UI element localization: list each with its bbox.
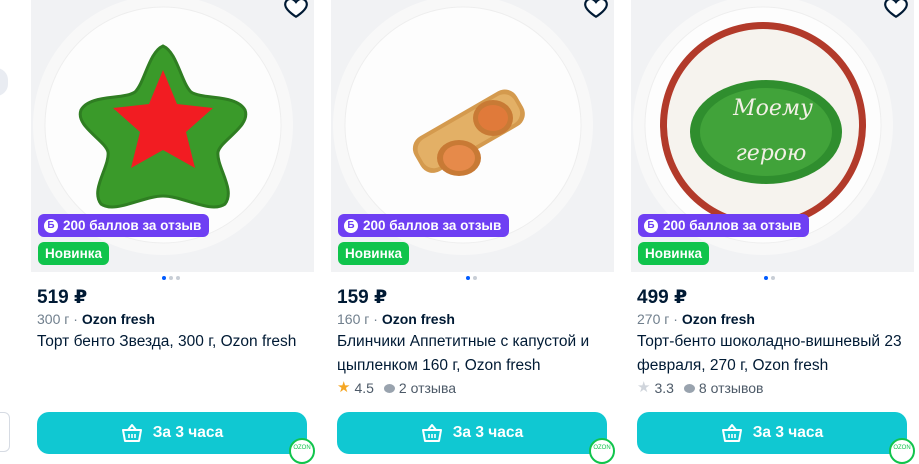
cake-lettering: Моему (732, 96, 813, 121)
image-pagination-dots[interactable] (764, 276, 775, 280)
rating-value: 3.3 (654, 380, 674, 396)
delivery-label: За 3 часа (452, 424, 524, 441)
image-pagination-dots[interactable] (466, 276, 477, 280)
rating-row[interactable]: ★ 3.3 8 отзывов (637, 380, 763, 396)
product-image[interactable]: Б 200 баллов за отзыв Новинка (31, 0, 314, 272)
basket-icon (421, 424, 442, 442)
reviews-count: 2 отзыва (398, 380, 457, 396)
weight: 270 г (637, 311, 670, 327)
brand: Ozon fresh (381, 311, 455, 327)
favorite-heart-icon[interactable] (883, 0, 909, 20)
new-badge: Новинка (338, 242, 410, 265)
scroll-left-button[interactable] (0, 68, 8, 96)
bonus-badge: Б 200 баллов за отзыв (338, 214, 510, 237)
brand: Ozon fresh (81, 311, 155, 327)
bonus-text: 200 баллов за отзыв (363, 218, 502, 233)
reviews-bubble-icon (383, 383, 395, 393)
reviews-bubble-icon (683, 383, 695, 393)
previous-card-edge (0, 412, 10, 452)
product-meta: 300 г · Ozon fresh (37, 311, 155, 327)
price: 519 ₽ (37, 287, 88, 308)
product-card[interactable]: Моему герою Б 200 баллов за отзыв Новинка… (631, 0, 915, 464)
reviews-count: 8 отзывов (698, 380, 764, 396)
favorite-heart-icon[interactable] (583, 0, 609, 20)
bonus-badge: Б 200 баллов за отзыв (38, 214, 210, 237)
ozon-logo-icon: OZON (289, 438, 315, 464)
rating-row[interactable]: ★ 4.5 2 отзыва (337, 380, 456, 396)
product-title[interactable]: Блинчики Аппетитные с капустой и цыпленк… (337, 330, 612, 378)
product-image[interactable]: Моему герою Б 200 баллов за отзыв Новинка (631, 0, 914, 272)
ozon-logo-icon: OZON (589, 438, 615, 464)
bonus-text: 200 баллов за отзыв (663, 218, 802, 233)
price: 499 ₽ (637, 287, 688, 308)
brand: Ozon fresh (681, 311, 755, 327)
delivery-button[interactable]: За 3 часа (37, 412, 307, 454)
star-icon: ★ (337, 379, 351, 396)
product-meta: 270 г · Ozon fresh (637, 311, 755, 327)
points-icon: Б (344, 218, 358, 233)
points-icon: Б (44, 218, 58, 233)
rating-value: 4.5 (354, 380, 374, 396)
delivery-label: За 3 часа (152, 424, 224, 441)
weight: 160 г (337, 311, 370, 327)
product-card[interactable]: Б 200 баллов за отзыв Новинка 159 ₽ 160 г… (331, 0, 615, 464)
price: 159 ₽ (337, 287, 388, 308)
delivery-button[interactable]: За 3 часа (337, 412, 607, 454)
star-icon: ★ (637, 379, 651, 396)
product-title[interactable]: Торт бенто Звезда, 300 г, Ozon fresh (37, 330, 312, 354)
cake-lettering: герою (736, 141, 807, 166)
bonus-badge: Б 200 баллов за отзыв (638, 214, 810, 237)
product-meta: 160 г · Ozon fresh (337, 311, 455, 327)
basket-icon (121, 424, 142, 442)
basket-icon (721, 424, 742, 442)
points-icon: Б (644, 218, 658, 233)
ozon-logo-icon: OZON (889, 438, 915, 464)
new-badge: Новинка (38, 242, 110, 265)
product-card[interactable]: Б 200 баллов за отзыв Новинка 519 ₽ 300 г… (31, 0, 315, 464)
new-badge: Новинка (638, 242, 710, 265)
image-pagination-dots[interactable] (162, 276, 180, 280)
favorite-heart-icon[interactable] (283, 0, 309, 20)
bonus-text: 200 баллов за отзыв (63, 218, 202, 233)
product-image[interactable]: Б 200 баллов за отзыв Новинка (331, 0, 614, 272)
delivery-label: За 3 часа (752, 424, 824, 441)
delivery-button[interactable]: За 3 часа (637, 412, 907, 454)
weight: 300 г (37, 311, 70, 327)
product-title[interactable]: Торт-бенто шоколадно-вишневый 23 февраля… (637, 330, 912, 378)
